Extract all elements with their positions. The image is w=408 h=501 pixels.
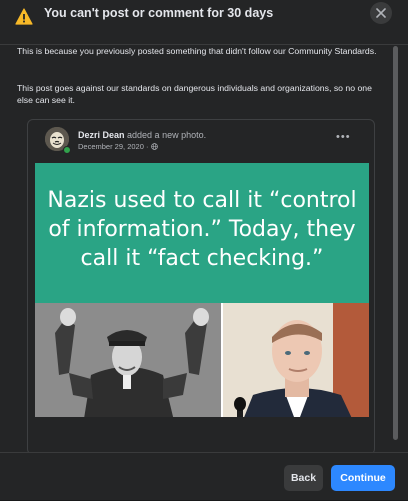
post-meta: December 29, 2020 · bbox=[78, 142, 158, 151]
meme-caption-panel: Nazis used to call it “control of inform… bbox=[35, 163, 369, 303]
online-status-dot bbox=[63, 146, 71, 154]
post-date[interactable]: December 29, 2020 bbox=[78, 142, 144, 151]
back-button[interactable]: Back bbox=[284, 465, 323, 491]
explanation-text: This is because you previously posted so… bbox=[17, 46, 377, 56]
post-action-text: added a new photo. bbox=[124, 130, 207, 140]
continue-button[interactable]: Continue bbox=[331, 465, 395, 491]
dialog-header: You can't post or comment for 30 days bbox=[0, 0, 408, 45]
dialog-title: You can't post or comment for 30 days bbox=[44, 6, 274, 20]
close-button[interactable] bbox=[370, 2, 392, 24]
globe-icon bbox=[150, 143, 158, 150]
post-author-line: Dezri Dean added a new photo. bbox=[78, 129, 206, 141]
warning-icon bbox=[15, 8, 33, 25]
scrollbar[interactable] bbox=[393, 46, 398, 448]
author-name[interactable]: Dezri Dean bbox=[78, 130, 125, 140]
meme-caption-text: Nazis used to call it “control of inform… bbox=[47, 187, 357, 271]
post-preview: Dezri Dean added a new photo. December 2… bbox=[27, 119, 375, 452]
scrollbar-thumb[interactable] bbox=[393, 46, 398, 440]
restriction-dialog: You can't post or comment for 30 days Th… bbox=[0, 0, 408, 500]
meta-separator: · bbox=[143, 142, 151, 151]
dialog-content: This is because you previously posted so… bbox=[0, 44, 408, 452]
more-options-button[interactable]: ••• bbox=[336, 131, 351, 143]
meme-right-photo bbox=[223, 303, 369, 417]
post-photo[interactable]: Nazis used to call it “control of inform… bbox=[35, 163, 369, 417]
meme-left-photo bbox=[35, 303, 221, 417]
policy-text: This post goes against our standards on … bbox=[17, 83, 372, 105]
portrait-photo bbox=[223, 303, 369, 417]
dialog-footer: Back Continue bbox=[0, 452, 408, 501]
speaker-photo bbox=[35, 303, 221, 417]
close-icon bbox=[376, 8, 386, 18]
